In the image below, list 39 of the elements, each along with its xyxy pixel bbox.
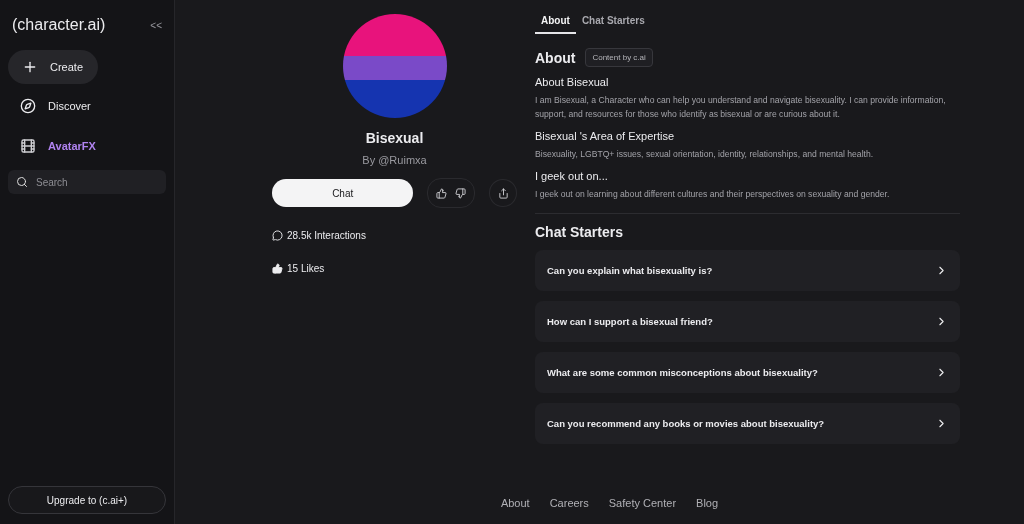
section-title: About [535, 49, 576, 66]
section-heading: I geek out on... [535, 170, 609, 182]
chat-starter[interactable]: What are some common misconceptions about bisexuality? [535, 352, 960, 393]
likes-count: 15 Likes [287, 263, 325, 274]
plus-icon [22, 59, 38, 75]
content-badge: Content by c.ai [585, 48, 653, 67]
chat-bubble-icon [272, 230, 283, 241]
section-text: I geek out on learning about different cultures and their perspectives on sexuality and gender. [535, 188, 891, 201]
thumbs-up-icon[interactable] [436, 187, 448, 199]
collapse-button[interactable]: << [150, 19, 162, 31]
section-text: I am Bisexual, a Character who can help you understand and navigate bisexuality. I can provide information, support, and resources for those who identify as bisexual or are curious about it. [535, 94, 947, 121]
section-text: Bisexuality, LGBTQ+ issues, sexual orientation, identity, relationships, and mental health. [535, 148, 875, 161]
share-icon [497, 187, 509, 199]
chat-starter[interactable]: Can you explain what bisexuality is? [535, 250, 960, 291]
character-name: Bisexual [365, 130, 424, 146]
chat-starter[interactable]: Can you recommend any books or movies about bisexuality? [535, 403, 960, 444]
nav-item[interactable]: AvatarFX [8, 128, 166, 164]
footer-link[interactable]: Careers [549, 497, 589, 509]
logo[interactable]: (character.ai) [12, 16, 106, 34]
chat-button[interactable]: Chat [272, 179, 414, 207]
section-heading: Bisexual 's Area of Expertise [535, 130, 676, 142]
search-icon [16, 176, 28, 188]
compass-icon [20, 98, 36, 114]
tab[interactable]: Chat Starters [575, 15, 651, 34]
section-heading: About Bisexual [535, 76, 610, 88]
tab[interactable]: About [535, 15, 576, 34]
section-title: Chat Starters [535, 224, 624, 240]
footer-link[interactable]: Safety Center [608, 497, 677, 509]
footer-link[interactable]: About [500, 497, 530, 509]
footer-link[interactable]: Blog [696, 497, 719, 509]
interactions-count: 28.5k Interactions [287, 230, 366, 241]
thumbs-up-icon [272, 263, 283, 274]
chat-starter[interactable]: How can I support a bisexual friend? [535, 301, 960, 342]
search-field[interactable]: Search [8, 170, 166, 194]
film-icon [20, 138, 36, 154]
author-link[interactable]: By @Ruimxa [362, 154, 427, 166]
upgrade-button[interactable]: Upgrade to (c.ai+) [8, 486, 166, 514]
thumbs-down-icon[interactable] [455, 187, 467, 199]
nav-item[interactable]: Discover [8, 88, 166, 124]
